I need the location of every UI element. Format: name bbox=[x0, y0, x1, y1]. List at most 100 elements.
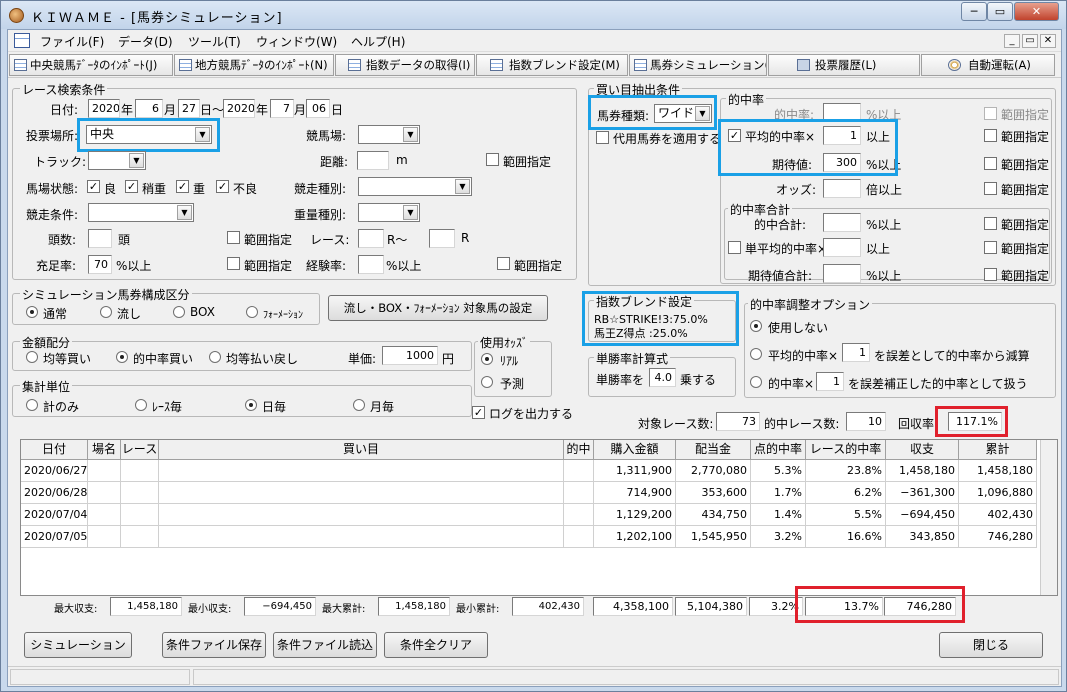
bet-simulation-button[interactable]: 馬券シミュレーション(B) bbox=[629, 54, 767, 76]
agg-month-radio[interactable] bbox=[353, 399, 365, 411]
close-window-button[interactable]: ✕ bbox=[1014, 2, 1059, 21]
weight-kind-select[interactable]: ▼ bbox=[358, 203, 420, 222]
win-calc-input[interactable]: 4.0 bbox=[649, 368, 676, 387]
column-header-race-hit-rate[interactable]: レース的中率 bbox=[806, 440, 886, 460]
distance-input[interactable] bbox=[357, 151, 389, 170]
menu-data[interactable]: データ(D) bbox=[118, 33, 173, 50]
single-avg-range-checkbox[interactable] bbox=[984, 241, 997, 254]
sim-formation-radio[interactable] bbox=[246, 306, 258, 318]
experience-range-checkbox[interactable] bbox=[497, 257, 510, 270]
column-header-date[interactable]: 日付 bbox=[21, 440, 88, 460]
hit-rate-range-checkbox[interactable] bbox=[984, 107, 997, 120]
sim-normal-radio[interactable] bbox=[26, 306, 38, 318]
column-header-point-hit-rate[interactable]: 点的中率 bbox=[751, 440, 806, 460]
column-header-profit[interactable]: 収支 bbox=[886, 440, 959, 460]
close-button[interactable]: 閉じる bbox=[939, 632, 1043, 658]
auto-run-button[interactable]: 自動運転(A) bbox=[921, 54, 1055, 76]
condition-heavy-checkbox[interactable]: ✓ bbox=[176, 180, 189, 193]
agg-race-radio[interactable] bbox=[135, 399, 147, 411]
avg-hit-range-checkbox[interactable] bbox=[984, 129, 997, 142]
column-header-cumulative[interactable]: 累計 bbox=[959, 440, 1037, 460]
expected-sum-input[interactable] bbox=[823, 264, 861, 283]
save-conditions-button[interactable]: 条件ファイル保存 bbox=[162, 632, 266, 658]
adjust-correct-input[interactable]: 1 bbox=[816, 372, 844, 391]
column-header-bet[interactable]: 買い目 bbox=[159, 440, 564, 460]
track-select[interactable]: ▼ bbox=[88, 151, 146, 170]
toolbar-label: 自動運転(A) bbox=[968, 58, 1031, 72]
fill-rate-input[interactable]: 70 bbox=[88, 255, 112, 274]
sim-box-radio[interactable] bbox=[173, 306, 185, 318]
expected-range-checkbox[interactable] bbox=[984, 157, 997, 170]
hit-sum-range-checkbox[interactable] bbox=[984, 217, 997, 230]
odds-range-checkbox[interactable] bbox=[984, 182, 997, 195]
odds-filter-input[interactable] bbox=[823, 179, 861, 198]
output-log-checkbox[interactable]: ✓ bbox=[472, 406, 485, 419]
fetch-index-button[interactable]: 指数データの取得(I) bbox=[335, 54, 475, 76]
single-avg-checkbox[interactable] bbox=[728, 241, 741, 254]
import-central-button[interactable]: 中央競馬ﾃﾞｰﾀのｲﾝﾎﾟｰﾄ(J) bbox=[9, 54, 173, 76]
condition-slightly-heavy-checkbox[interactable]: ✓ bbox=[125, 180, 138, 193]
race-from-input[interactable] bbox=[358, 229, 384, 248]
race-to-input[interactable] bbox=[429, 229, 455, 248]
race-kind-select[interactable]: ▼ bbox=[358, 177, 472, 196]
vote-history-button[interactable]: 投票履歴(L) bbox=[768, 54, 920, 76]
proxy-bet-checkbox[interactable] bbox=[596, 131, 609, 144]
hit-sum-label: 的中合計: bbox=[754, 218, 807, 232]
racecourse-select[interactable]: ▼ bbox=[358, 125, 420, 144]
from-year-input[interactable]: 2020 bbox=[88, 99, 120, 118]
experience-rate-input[interactable] bbox=[358, 255, 384, 274]
adjust-subtract-input[interactable]: 1 bbox=[842, 343, 870, 362]
simulate-button[interactable]: シミュレーション bbox=[24, 632, 132, 658]
single-avg-input[interactable] bbox=[823, 238, 861, 257]
adjust-correct-radio[interactable] bbox=[750, 376, 762, 388]
agg-total-radio[interactable] bbox=[26, 399, 38, 411]
odds-forecast-radio[interactable] bbox=[481, 376, 493, 388]
mdi-minimize-button[interactable]: _ bbox=[1004, 34, 1020, 48]
condition-bad-checkbox[interactable]: ✓ bbox=[216, 180, 229, 193]
agg-day-radio[interactable] bbox=[245, 399, 257, 411]
maximize-button[interactable]: ▭ bbox=[987, 2, 1013, 21]
from-month-input[interactable]: 6 bbox=[135, 99, 163, 118]
race-condition-select[interactable]: ▼ bbox=[88, 203, 194, 222]
heads-range-checkbox[interactable] bbox=[227, 231, 240, 244]
to-month-input[interactable]: 7 bbox=[270, 99, 294, 118]
max-profit-value: 1,458,180 bbox=[110, 597, 182, 616]
mdi-restore-button[interactable]: ▭ bbox=[1022, 34, 1038, 48]
money-equal-radio[interactable] bbox=[26, 351, 38, 363]
vertical-scrollbar[interactable] bbox=[1040, 440, 1057, 595]
clear-conditions-button[interactable]: 条件全クリア bbox=[384, 632, 488, 658]
column-header-buy-amount[interactable]: 購入金額 bbox=[594, 440, 676, 460]
column-header-payout[interactable]: 配当金 bbox=[676, 440, 751, 460]
index-blend-button[interactable]: 指数ブレンド設定(M) bbox=[476, 54, 628, 76]
unit-price-input[interactable]: 1000 bbox=[382, 346, 438, 365]
target-horse-settings-button[interactable]: 流し・BOX・ﾌｫｰﾒｰｼｮﾝ 対象馬の設定 bbox=[328, 295, 548, 321]
from-day-input[interactable]: 27 bbox=[178, 99, 200, 118]
column-header-race[interactable]: レース bbox=[121, 440, 159, 460]
column-header-hit[interactable]: 的中 bbox=[564, 440, 594, 460]
expected-sum-range-checkbox[interactable] bbox=[984, 268, 997, 281]
minimize-button[interactable]: ─ bbox=[961, 2, 987, 21]
menu-file[interactable]: ファイル(F) bbox=[40, 33, 104, 50]
column-header-venue[interactable]: 場名 bbox=[88, 440, 121, 460]
condition-good-checkbox[interactable]: ✓ bbox=[87, 180, 100, 193]
hit-sum-input[interactable] bbox=[823, 213, 861, 232]
range-label: 範囲指定 bbox=[1001, 183, 1050, 197]
money-equal-payout-radio[interactable] bbox=[209, 351, 221, 363]
money-hitrate-radio[interactable] bbox=[116, 351, 128, 363]
adjust-none-radio[interactable] bbox=[750, 320, 762, 332]
fill-range-checkbox[interactable] bbox=[227, 257, 240, 270]
expected-sum-unit: %以上 bbox=[866, 269, 902, 283]
adjust-subtract-radio[interactable] bbox=[750, 348, 762, 360]
mdi-close-button[interactable]: ✕ bbox=[1040, 34, 1056, 48]
odds-real-radio[interactable] bbox=[481, 353, 493, 365]
load-conditions-button[interactable]: 条件ファイル読込 bbox=[273, 632, 377, 658]
menu-tools[interactable]: ツール(T) bbox=[188, 33, 241, 50]
menu-window[interactable]: ウィンドウ(W) bbox=[256, 33, 337, 50]
heads-input[interactable] bbox=[88, 229, 112, 248]
to-day-input[interactable]: 06 bbox=[306, 99, 330, 118]
sim-nagashi-radio[interactable] bbox=[100, 306, 112, 318]
menu-help[interactable]: ヘルプ(H) bbox=[351, 33, 405, 50]
to-year-input[interactable]: 2020 bbox=[223, 99, 255, 118]
distance-range-checkbox[interactable] bbox=[486, 153, 499, 166]
import-local-button[interactable]: 地方競馬ﾃﾞｰﾀのｲﾝﾎﾟｰﾄ(N) bbox=[174, 54, 334, 76]
